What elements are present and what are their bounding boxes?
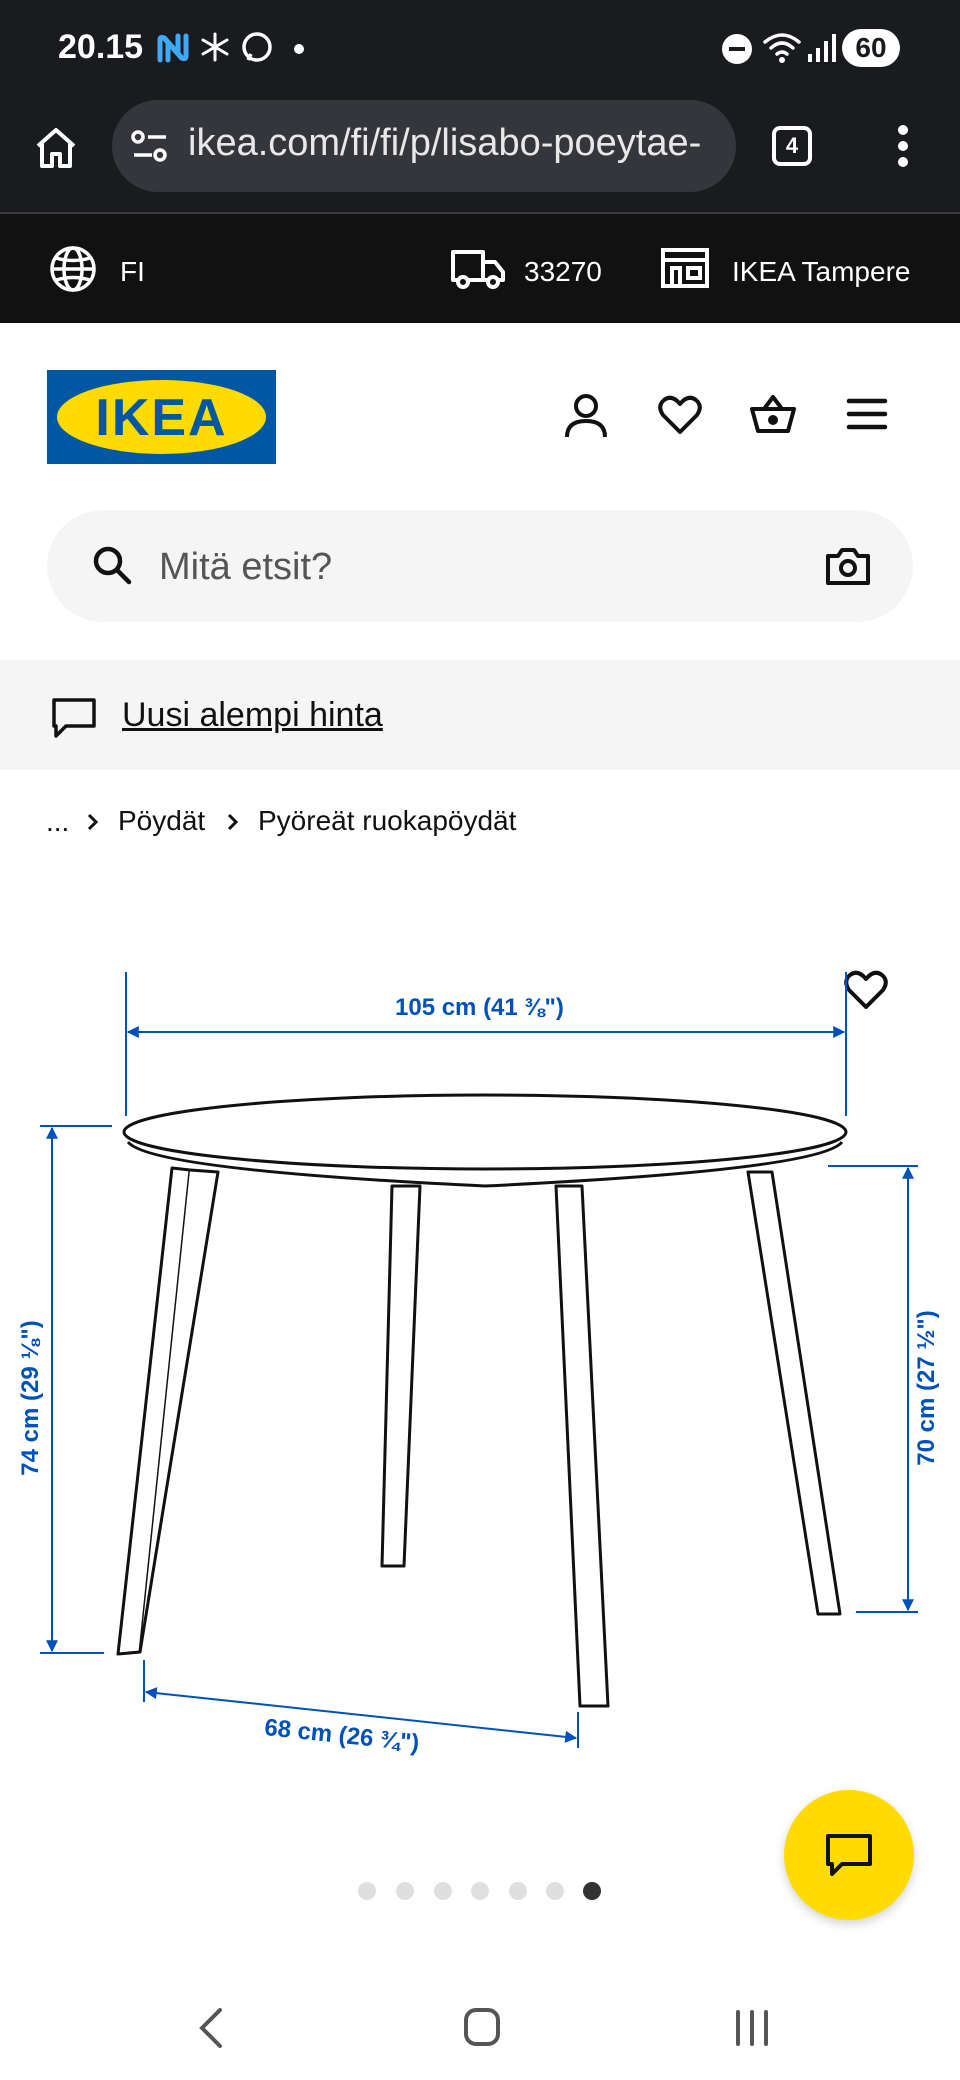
table-legs — [116, 1166, 842, 1708]
home-button-icon[interactable] — [464, 2008, 500, 2046]
product-image-gallery: 105 cm (41 ⅜") 74 cm (29 ⅛") 70 cm (27 ½… — [0, 870, 960, 1930]
dot-icon — [294, 44, 304, 54]
browser-toolbar: ikea.com/fi/fi/p/lisabo-poeytae- 4 — [0, 96, 960, 212]
status-bar: 20.15 60 — [0, 0, 960, 96]
chat-bubble-icon — [50, 696, 98, 745]
carousel-dot[interactable] — [434, 1882, 452, 1900]
info-bar: FI 33270 IKEA Tampere — [0, 214, 960, 323]
carousel-dot[interactable] — [546, 1882, 564, 1900]
favourites-icon[interactable] — [658, 395, 702, 440]
snowflake-icon — [200, 32, 230, 67]
store-selector[interactable]: IKEA Tampere — [660, 244, 920, 294]
do-not-disturb-icon — [722, 34, 752, 64]
recents-icon[interactable] — [734, 2008, 770, 2053]
chevron-right-icon — [86, 812, 100, 837]
carousel-dot[interactable] — [471, 1882, 489, 1900]
under-height-label: 70 cm (27 ½") — [913, 1310, 940, 1466]
store-icon — [660, 246, 710, 295]
table-top — [122, 1093, 848, 1188]
carousel-dot[interactable] — [396, 1882, 414, 1900]
tab-count: 4 — [785, 133, 799, 158]
breadcrumb: ... Pöydät Pyöreät ruokapöydät — [0, 770, 960, 870]
messenger-icon — [240, 30, 274, 69]
breadcrumb-ellipsis[interactable]: ... — [46, 806, 69, 838]
site-settings-icon[interactable] — [130, 128, 170, 169]
globe-icon — [48, 244, 98, 299]
postcode-label: 33270 — [524, 256, 602, 287]
price-notice-banner: Uusi alempi hinta — [0, 660, 960, 770]
under-height-dimension — [828, 1165, 918, 1613]
url-text[interactable]: ikea.com/fi/fi/p/lisabo-poeytae- — [188, 122, 718, 165]
address-bar[interactable]: ikea.com/fi/fi/p/lisabo-poeytae- — [112, 100, 736, 192]
search-icon — [91, 544, 133, 591]
chat-button[interactable] — [784, 1790, 914, 1920]
status-time: 20.15 — [58, 28, 144, 66]
search-input[interactable]: Mitä etsit? — [159, 546, 332, 589]
carousel-pagination — [358, 1882, 608, 1902]
more-vert-icon[interactable] — [896, 124, 910, 173]
chat-icon — [824, 1832, 874, 1883]
breadcrumb-tables[interactable]: Pöydät — [118, 805, 205, 837]
carousel-dot[interactable] — [358, 1882, 376, 1900]
search-bar[interactable]: Mitä etsit? — [47, 510, 913, 622]
breadcrumb-round-dining-tables[interactable]: Pyöreät ruokapöydät — [258, 805, 516, 837]
logo-text: IKEA — [95, 389, 228, 447]
shopping-bag-icon[interactable] — [748, 391, 798, 440]
system-navigation-bar — [0, 1960, 960, 2080]
signal-icon — [806, 32, 836, 69]
site-header: IKEA Mitä etsit? — [0, 323, 960, 660]
carousel-dot-active[interactable] — [583, 1882, 601, 1900]
home-icon[interactable] — [32, 124, 80, 177]
store-label: IKEA Tampere — [732, 256, 911, 287]
new-lower-price-link[interactable]: Uusi alempi hinta — [122, 696, 383, 735]
delivery-truck-icon — [450, 246, 506, 297]
carousel-dot[interactable] — [509, 1882, 527, 1900]
height-dimension — [40, 1125, 112, 1654]
nfc-icon — [156, 32, 190, 69]
postcode-selector[interactable]: 33270 — [450, 244, 610, 294]
camera-icon[interactable] — [825, 546, 871, 591]
language-label: FI — [120, 256, 145, 287]
menu-icon[interactable] — [846, 397, 888, 436]
ikea-logo[interactable]: IKEA — [47, 370, 276, 464]
language-selector[interactable]: FI — [48, 244, 158, 294]
width-label: 105 cm (41 ⅜") — [395, 994, 564, 1021]
wifi-icon — [762, 30, 802, 69]
back-icon[interactable] — [196, 2006, 226, 2055]
profile-icon[interactable] — [564, 393, 608, 444]
chevron-right-icon — [226, 812, 240, 837]
battery-level: 60 — [855, 32, 887, 63]
tabs-icon[interactable]: 4 — [772, 126, 812, 166]
height-label: 74 cm (29 ⅛") — [17, 1320, 44, 1476]
